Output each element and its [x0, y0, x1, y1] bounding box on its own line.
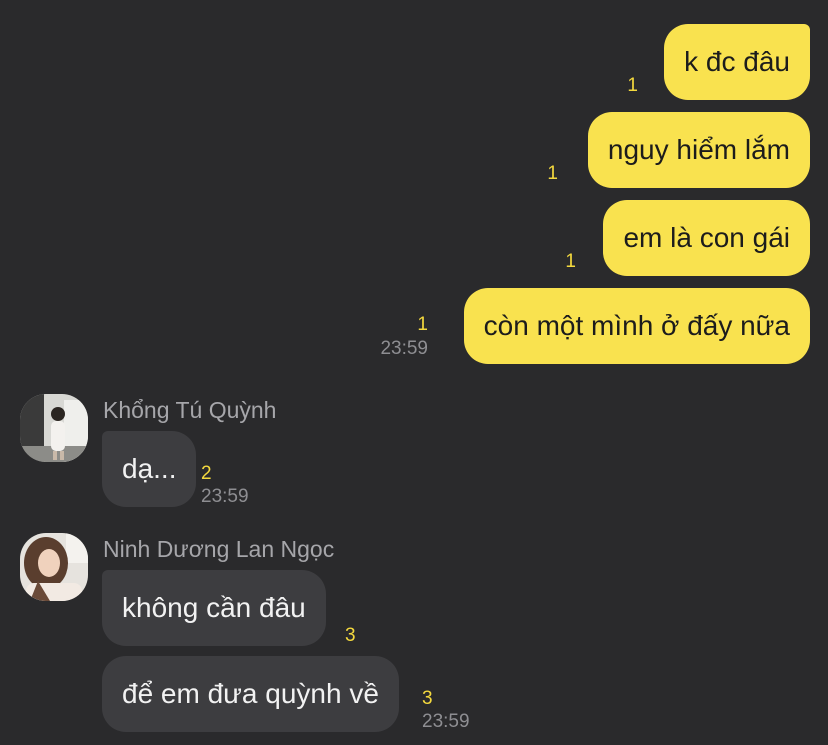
sender-name: Khổng Tú Quỳnh	[103, 397, 277, 423]
unread-count: 1	[627, 75, 638, 96]
sender-avatar[interactable]	[20, 394, 88, 462]
message-timestamp: 23:59	[422, 711, 470, 732]
outgoing-message-bubble[interactable]: nguy hiểm lắm	[587, 112, 810, 188]
message-text: k đc đâu	[684, 46, 790, 77]
unread-count: 3	[345, 625, 356, 646]
message-text: em là con gái	[623, 222, 790, 253]
unread-count: 3	[422, 688, 433, 709]
unread-count: 1	[565, 251, 576, 272]
outgoing-message-bubble[interactable]: k đc đâu	[664, 24, 810, 100]
profile-photo-icon	[20, 533, 88, 601]
message-text: để em đưa quỳnh về	[122, 678, 379, 709]
message-timestamp: 23:59	[201, 486, 249, 507]
unread-count: 1	[547, 163, 558, 184]
incoming-message-bubble[interactable]: để em đưa quỳnh về	[102, 656, 399, 732]
profile-photo-icon	[20, 394, 88, 462]
unread-count: 1	[417, 314, 428, 335]
outgoing-message-bubble[interactable]: em là con gái	[603, 200, 810, 276]
message-timestamp: 23:59	[380, 338, 428, 359]
incoming-message-bubble[interactable]: dạ...	[102, 431, 197, 507]
unread-count: 2	[201, 463, 212, 484]
outgoing-message-bubble[interactable]: còn một mình ở đấy nữa	[463, 288, 810, 364]
message-text: không cần đâu	[122, 592, 306, 623]
message-text: còn một mình ở đấy nữa	[483, 310, 790, 341]
incoming-message-bubble[interactable]: không cần đâu	[102, 570, 326, 646]
message-text: nguy hiểm lắm	[607, 134, 790, 165]
message-text: dạ...	[122, 453, 177, 484]
sender-avatar[interactable]	[20, 533, 88, 601]
sender-name: Ninh Dương Lan Ngọc	[103, 536, 335, 562]
